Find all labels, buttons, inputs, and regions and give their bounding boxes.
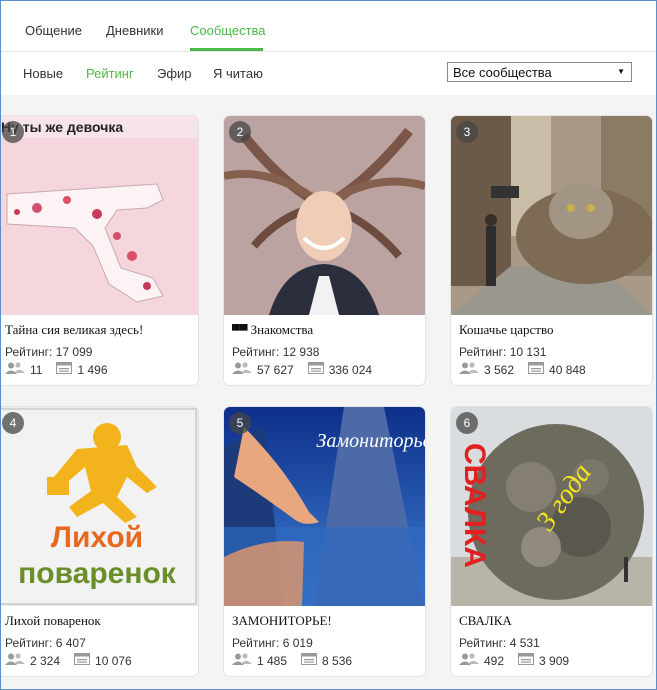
image-caption-6: СВАЛКА (458, 443, 491, 568)
community-rating: Рейтинг: 4 531 (459, 636, 540, 650)
subtab-efir[interactable]: Эфир (157, 66, 192, 81)
logo-line-2: поваренок (18, 557, 177, 590)
image-caption-5: Замониторье (316, 430, 425, 452)
rank-badge: 5 (229, 412, 251, 434)
community-title[interactable]: ЗАМОНИТОРЬЕ! (232, 613, 332, 629)
community-image-2 (224, 116, 425, 315)
community-image-4: Лихой поваренок (1, 407, 198, 606)
community-stats: 492 3 909 (459, 653, 569, 668)
users-icon (5, 653, 25, 668)
posts-icon (56, 362, 73, 377)
community-card-3[interactable]: 3 Кошачье царство Рейтинг: 10 131 3 562 … (450, 115, 653, 386)
dropdown-arrow-icon: ▼ (617, 67, 625, 76)
community-stats: 2 324 10 076 (5, 653, 132, 668)
community-rating: Рейтинг: 6 019 (232, 636, 313, 650)
community-rating: Рейтинг: 17 099 (5, 345, 93, 359)
users-icon (459, 362, 479, 377)
community-title[interactable]: ▀▀ Знакомства (232, 322, 313, 338)
community-title[interactable]: СВАЛКА (459, 613, 512, 629)
community-image-3 (451, 116, 652, 315)
logo-line-1: Лихой (51, 521, 143, 554)
glasses-icon: ▀▀ (232, 325, 248, 337)
community-card-6[interactable]: СВАЛКА 3 года 6 СВАЛКА Рейтинг: 4 531 49… (450, 406, 653, 677)
community-grid: Ну ты же девочка 1 Тайна сия великая зде… (1, 95, 656, 689)
users-icon (459, 653, 479, 668)
community-card-4[interactable]: Лихой поваренок 4 Лихой поваренок Рейтин… (1, 406, 199, 677)
rank-badge: 3 (456, 121, 478, 143)
community-card-2[interactable]: 2 ▀▀ Знакомства Рейтинг: 12 938 57 627 33… (223, 115, 426, 386)
community-rating: Рейтинг: 10 131 (459, 345, 547, 359)
community-image-6: СВАЛКА 3 года (451, 407, 652, 606)
community-image-5: Замониторье (224, 407, 425, 606)
users-icon (232, 362, 252, 377)
rank-badge: 2 (229, 121, 251, 143)
rank-badge: 6 (456, 412, 478, 434)
tab-obshchenie[interactable]: Общение (25, 23, 82, 38)
posts-icon (307, 362, 324, 377)
posts-icon (301, 653, 318, 668)
community-stats: 11 1 496 (5, 362, 108, 377)
tab-dnevniki[interactable]: Дневники (106, 23, 164, 38)
community-image-1: Ну ты же девочка (1, 116, 198, 315)
community-rating: Рейтинг: 12 938 (232, 345, 320, 359)
posts-icon (528, 362, 545, 377)
posts-icon (74, 653, 91, 668)
community-title[interactable]: Тайна сия великая здесь! (5, 322, 143, 338)
rank-badge: 1 (2, 121, 24, 143)
subtab-new[interactable]: Новые (23, 66, 63, 81)
community-card-1[interactable]: Ну ты же девочка 1 Тайна сия великая зде… (1, 115, 199, 386)
community-stats: 1 485 8 536 (232, 653, 352, 668)
posts-icon (518, 653, 535, 668)
top-navigation: Общение Дневники Сообщества (1, 1, 656, 52)
community-stats: 3 562 40 848 (459, 362, 586, 377)
community-rating: Рейтинг: 6 407 (5, 636, 86, 650)
tab-soobshchestva[interactable]: Сообщества (190, 23, 266, 38)
active-tab-underline (190, 48, 263, 51)
community-title[interactable]: Кошачье царство (459, 322, 554, 338)
community-filter-value: Все сообщества (453, 65, 552, 80)
community-card-5[interactable]: Замониторье 5 ЗАМОНИТОРЬЕ! Рейтинг: 6 01… (223, 406, 426, 677)
users-icon (5, 362, 25, 377)
community-title[interactable]: Лихой поваренок (5, 613, 101, 629)
community-filter-select[interactable]: Все сообщества ▼ (447, 62, 632, 82)
window-frame: Общение Дневники Сообщества Новые Рейтин… (0, 0, 657, 690)
subtab-rating[interactable]: Рейтинг (86, 66, 134, 81)
rank-badge: 4 (2, 412, 24, 434)
community-stats: 57 627 336 024 (232, 362, 372, 377)
subtab-i-read[interactable]: Я читаю (213, 66, 263, 81)
users-icon (232, 653, 252, 668)
